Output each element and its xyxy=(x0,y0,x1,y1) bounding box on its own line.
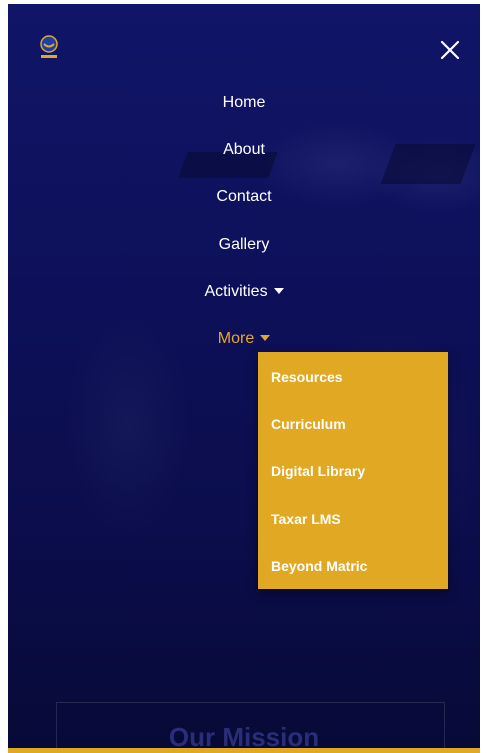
close-icon[interactable] xyxy=(438,38,464,64)
caret-down-icon xyxy=(260,334,271,341)
nav-item-contact[interactable]: Contact xyxy=(8,186,480,208)
nav-item-label: Home xyxy=(222,94,266,111)
nav-item-label: Contact xyxy=(216,188,272,205)
nav-item-more[interactable]: More xyxy=(8,328,480,350)
graduate-logo-icon[interactable] xyxy=(38,34,60,60)
dropdown-item-digital-library[interactable]: Digital Library xyxy=(271,462,365,480)
dropdown-item-beyond-matric[interactable]: Beyond Matric xyxy=(271,557,367,575)
dropdown-item-curriculum[interactable]: Curriculum xyxy=(271,415,346,433)
nav-item-gallery[interactable]: Gallery xyxy=(8,234,480,256)
accent-strip xyxy=(8,748,480,753)
nav-item-about[interactable]: About xyxy=(8,139,480,161)
dropdown-item-taxar-lms[interactable]: Taxar LMS xyxy=(271,510,341,528)
caret-down-icon xyxy=(273,287,284,294)
nav-item-label: Gallery xyxy=(218,236,270,253)
mobile-menu-overlay: Home About Contact Gallery Activities Mo… xyxy=(8,4,480,753)
nav-item-activities[interactable]: Activities xyxy=(8,281,480,303)
nav-item-home[interactable]: Home xyxy=(8,92,480,114)
dropdown-item-resources[interactable]: Resources xyxy=(271,368,343,386)
nav-item-label: About xyxy=(223,141,265,158)
more-dropdown-menu: Resources Curriculum Digital Library Tax… xyxy=(258,352,448,589)
nav-item-label: Activities xyxy=(204,283,268,300)
nav-item-label: More xyxy=(217,330,255,347)
